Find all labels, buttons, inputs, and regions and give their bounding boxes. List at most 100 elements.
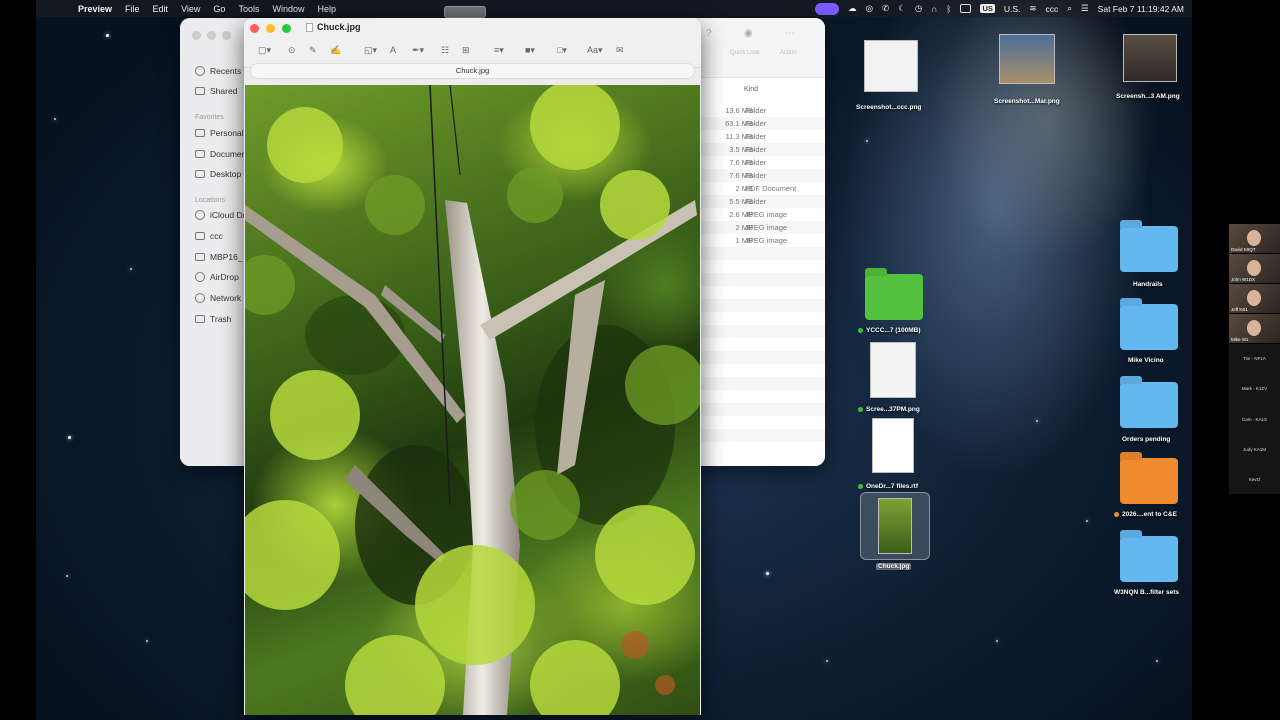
file-row[interactable]: 7.6 MB Folder <box>700 169 825 182</box>
rtf-document-icon[interactable] <box>872 418 914 473</box>
menu-edit[interactable]: Edit <box>153 4 169 14</box>
sidebar-item-mbp[interactable]: MBP16_ <box>195 252 243 262</box>
screen-recording-icon[interactable] <box>815 2 840 15</box>
file-row[interactable]: 2 MB PDF Document <box>700 182 825 195</box>
participant-name[interactable]: Kev1f <box>1229 477 1280 482</box>
action-icon[interactable]: ⋯ <box>785 28 795 39</box>
folder-icon[interactable] <box>1120 304 1178 350</box>
menu-clock[interactable]: Sat Feb 7 11:19:42 AM <box>1098 4 1184 14</box>
column-header-kind[interactable]: Kind <box>744 86 758 93</box>
sketch-icon[interactable]: ✍ <box>330 45 341 56</box>
wave-icon[interactable]: ◎ <box>866 3 873 14</box>
fill-color-icon[interactable]: ■▾ <box>525 45 535 56</box>
sidebar-item-home[interactable]: ccc <box>195 231 223 241</box>
screenshot-thumbnail[interactable] <box>999 34 1055 84</box>
cloud-sync-icon[interactable]: ☁ <box>848 3 857 14</box>
annotate-icon[interactable]: ✉ <box>616 45 624 56</box>
sign-icon[interactable]: ✒▾ <box>412 45 424 56</box>
battery-icon[interactable] <box>960 4 972 13</box>
file-row[interactable]: 2 MB JPEG image <box>700 221 825 234</box>
filename-bar[interactable]: Chuck.jpg <box>250 63 695 79</box>
menu-view[interactable]: View <box>181 4 200 14</box>
minimize-button[interactable] <box>207 31 216 40</box>
sidebar-item-network[interactable]: Network <box>195 293 241 303</box>
help-icon[interactable]: ? <box>706 28 712 39</box>
moon-icon[interactable]: ☾ <box>898 3 906 14</box>
screenshot-thumbnail[interactable] <box>1123 34 1177 82</box>
sidebar-item-recents[interactable]: Recents <box>195 66 241 76</box>
desktop-item-label[interactable]: Screensh...3 AM.png <box>1116 93 1180 100</box>
screenshot-thumbnail[interactable] <box>870 342 916 398</box>
sidebar-toggle-icon[interactable]: ▢▾ <box>258 45 271 56</box>
photo-tree[interactable] <box>245 85 700 715</box>
sidebar-item-shared[interactable]: Shared <box>195 86 237 96</box>
participant-name[interactable]: Judy KA1M <box>1229 447 1280 452</box>
folder-icon[interactable] <box>1120 226 1178 272</box>
user-name[interactable]: ccc <box>1046 4 1059 14</box>
participant-name[interactable]: Tim - NF1A <box>1229 356 1280 361</box>
shapes-icon[interactable]: ◱▾ <box>364 45 377 56</box>
menu-go[interactable]: Go <box>213 4 225 14</box>
desktop-item-label[interactable]: W3NQN B...filter sets <box>1114 589 1179 596</box>
participant-tile[interactable]: David K9QT <box>1229 224 1280 254</box>
menu-tools[interactable]: Tools <box>238 4 259 14</box>
image-thumbnail[interactable] <box>878 498 912 554</box>
file-row[interactable]: 1 MB JPEG image <box>700 234 825 247</box>
fill-icon[interactable]: □▾ <box>557 45 567 56</box>
desktop-item-label[interactable]: Mike Vicino <box>1128 357 1164 364</box>
clock-icon[interactable]: ◷ <box>915 3 922 14</box>
sidebar-item-desktop[interactable]: Desktop <box>195 169 241 179</box>
text-icon[interactable]: A <box>390 45 396 55</box>
markup-icon[interactable]: ✎ <box>309 45 317 56</box>
file-row[interactable]: 7.6 MB Folder <box>700 156 825 169</box>
menu-app-name[interactable]: Preview <box>78 4 112 14</box>
close-button[interactable] <box>250 24 259 33</box>
file-row[interactable]: 5.5 MB Folder <box>700 195 825 208</box>
desktop-item-label[interactable]: Screenshot...Mar.png <box>994 98 1060 105</box>
desktop-item-label[interactable]: YCCC...7 (100MB) <box>858 327 921 334</box>
screen-recording-handle[interactable] <box>444 6 486 18</box>
desktop-item-label[interactable]: OneDr...7 files.rtf <box>858 483 918 490</box>
folder-icon[interactable] <box>865 274 923 320</box>
wifi-icon[interactable]: ≋ <box>1029 3 1036 14</box>
desktop[interactable]: Preview File Edit View Go Tools Window H… <box>36 0 1192 720</box>
close-button[interactable] <box>192 31 201 40</box>
desktop-item-label[interactable]: Orders pending <box>1122 436 1170 443</box>
file-row[interactable]: 3.5 MB Folder <box>700 143 825 156</box>
zoom-icon[interactable]: ⊙ <box>288 45 296 56</box>
folder-icon[interactable] <box>1120 382 1178 428</box>
control-center-icon[interactable]: ☰ <box>1081 3 1089 14</box>
desktop-item-label-selected[interactable]: Chuck.jpg <box>876 563 912 570</box>
preview-window[interactable]: Chuck.jpg ▢▾ ⊙ ✎ ✍ ◱▾ A ✒▾ ☷ ⊞ ≡▾ ■▾ □▾ … <box>244 18 701 715</box>
desktop-item-label[interactable]: Handrails <box>1133 281 1163 288</box>
desktop-item-label[interactable]: Scree...37PM.png <box>858 406 920 413</box>
adjust-icon[interactable]: ☷ <box>441 45 449 56</box>
file-row[interactable]: 2.6 MB JPEG image <box>700 208 825 221</box>
participant-tile[interactable]: John W1DX <box>1229 254 1280 284</box>
border-color-icon[interactable]: ≡▾ <box>494 45 504 56</box>
folder-icon[interactable] <box>1120 536 1178 582</box>
screenshot-thumbnail[interactable] <box>864 40 918 92</box>
headphones-icon[interactable]: ∩ <box>931 4 937 14</box>
menu-help[interactable]: Help <box>317 4 336 14</box>
sidebar-item-trash[interactable]: Trash <box>195 314 231 324</box>
sidebar-item-airdrop[interactable]: AirDrop <box>195 272 239 282</box>
file-row[interactable]: 13.6 MB Folder <box>700 104 825 117</box>
desktop-item-label[interactable]: Screenshot...ccc.png <box>856 104 921 111</box>
input-source-badge[interactable]: US <box>980 4 995 13</box>
spotlight-search-icon[interactable]: ⌕ <box>1067 3 1072 14</box>
participant-tile[interactable]: Mike W1 <box>1229 314 1280 344</box>
participant-tile[interactable]: Jeff KB1 <box>1229 284 1280 314</box>
zoom-button[interactable] <box>222 31 231 40</box>
desktop-item-label[interactable]: 2026....ent to C&E <box>1114 511 1177 518</box>
bluetooth-icon[interactable]: ᛒ <box>946 4 951 14</box>
participant-name[interactable]: Cam - KA1S <box>1229 417 1280 422</box>
fullscreen-button[interactable] <box>282 24 291 33</box>
menu-window[interactable]: Window <box>272 4 304 14</box>
menu-file[interactable]: File <box>125 4 140 14</box>
quick-look-icon[interactable]: ◉ <box>744 28 753 39</box>
input-source-label[interactable]: U.S. <box>1004 4 1021 14</box>
file-row[interactable]: 11.3 MB Folder <box>700 130 825 143</box>
size-icon[interactable]: ⊞ <box>462 45 470 56</box>
file-row[interactable]: 63.1 MB Folder <box>700 117 825 130</box>
